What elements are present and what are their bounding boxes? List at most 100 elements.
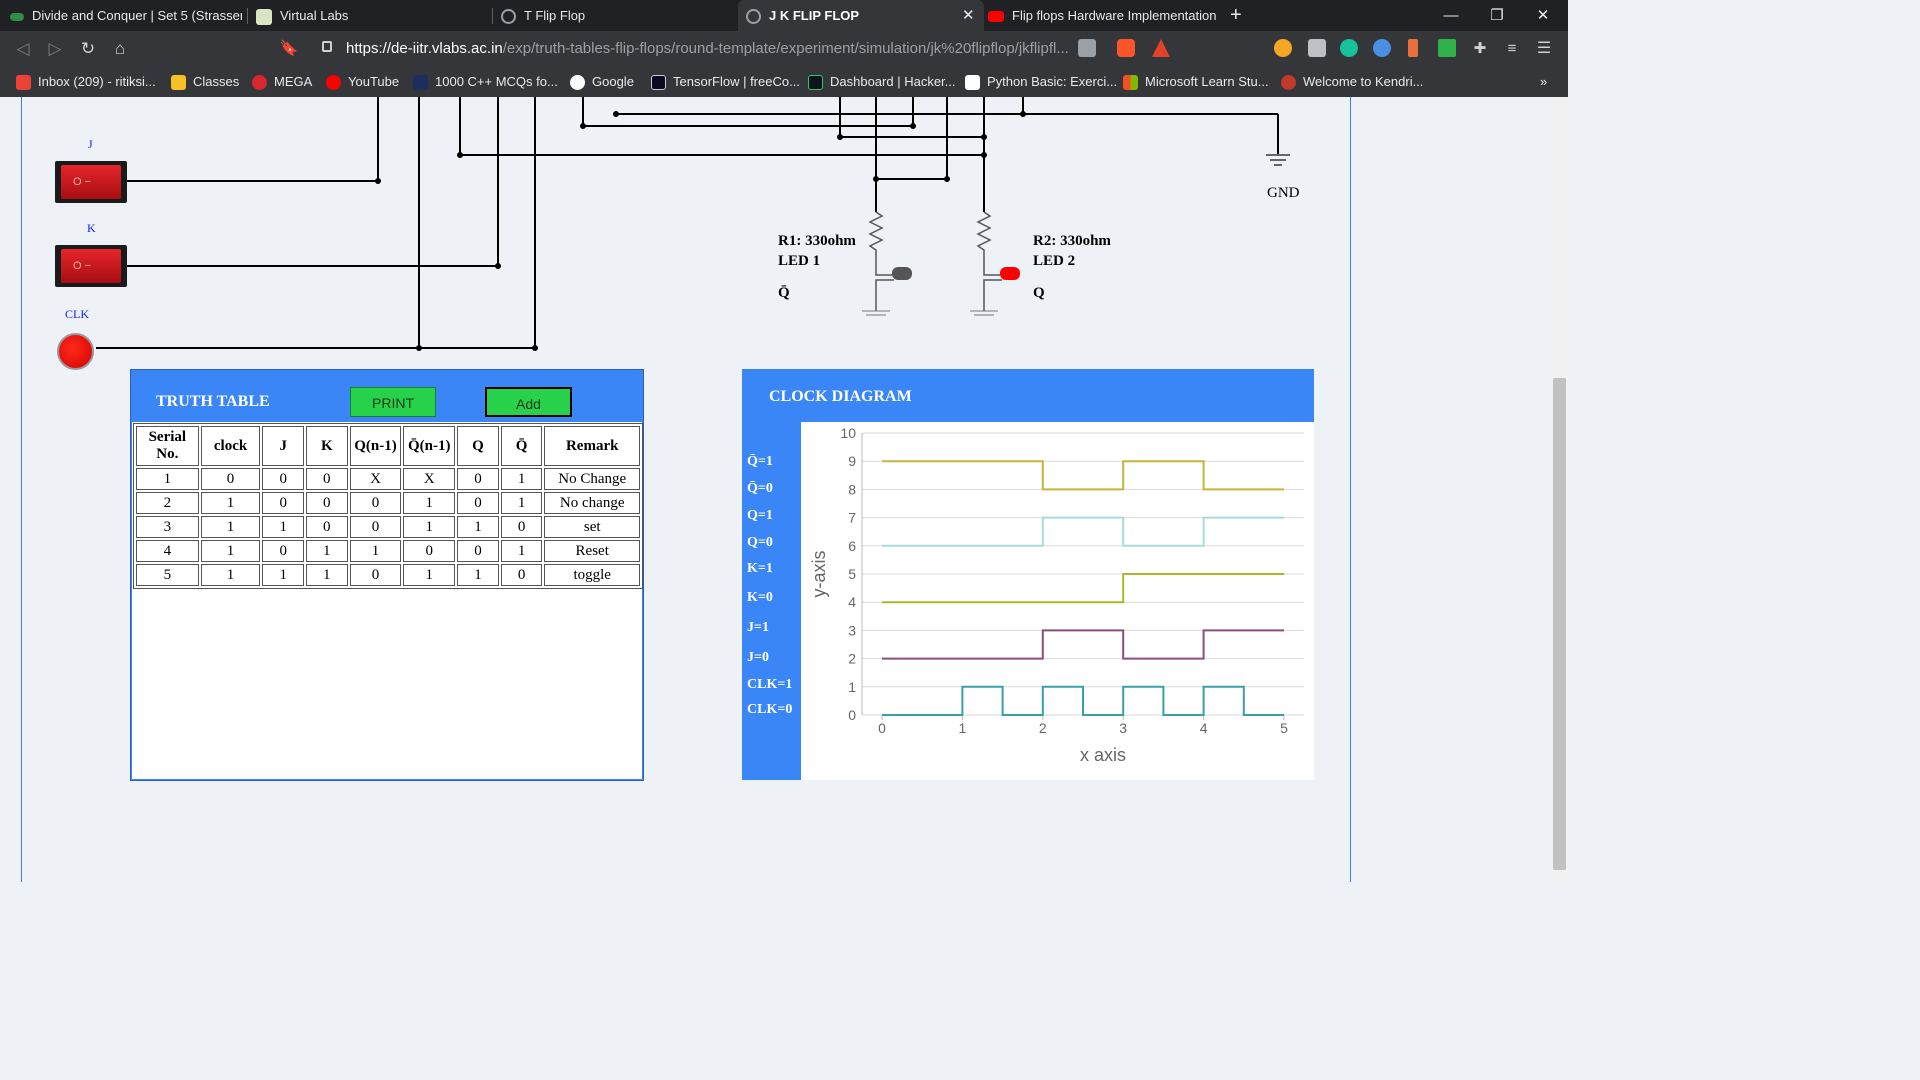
table-cell: 2 [136,492,199,514]
home-icon[interactable]: ⌂ [106,31,134,66]
header-remark: Remark [544,426,640,466]
y-tick-label: 9 [848,453,856,469]
menu-icon[interactable]: ☰ [1530,31,1558,66]
scrollbar-thumb[interactable] [1553,378,1566,870]
signal-label: J=1 [747,620,769,635]
classroom-icon [171,75,186,91]
bookmark-google[interactable]: Google [570,66,634,97]
playlist-icon[interactable]: ≡ [1498,31,1526,66]
restore-icon[interactable]: ❐ [1474,0,1520,31]
table-cell: 5 [136,564,199,586]
minimize-icon[interactable]: — [1428,0,1474,31]
bookmark-mega[interactable]: MEGA [252,66,312,97]
y-tick-label: 4 [848,594,856,610]
bookmark-icon[interactable]: 🔖 [275,31,303,66]
truth-table-panel: TRUTH TABLE PRINT Add Serial No. clock J… [130,369,644,781]
table-cell: 1 [262,516,304,538]
led1-label: LED 1 [778,253,821,269]
bookmark-classes[interactable]: Classes [171,66,239,97]
tab-title: Flip flops Hardware Implementation - [1012,8,1218,23]
circuit-wiring [96,97,1290,351]
table-row: 1 0 0 0 X X 0 1 No Change [136,468,640,490]
hackerrank-icon [808,75,823,91]
brave-shield-icon[interactable] [1117,39,1135,57]
tab-virtual-labs[interactable]: Virtual Labs [256,0,486,31]
signal-label: K=1 [747,561,773,576]
gmail-icon [16,75,31,91]
lock-icon [322,41,332,52]
y-tick-label: 1 [848,679,856,695]
tab-jk-flip-flop[interactable]: J K FLIP FLOP [738,0,984,31]
address-bar[interactable]: https://de-iitr.vlabs.ac.in/exp/truth-ta… [310,35,1403,62]
series-line-1 [882,516,1284,547]
tab-t-flip-flop[interactable]: T Flip Flop [501,0,731,31]
table-cell: 0 [262,468,304,490]
y-tick-label: 3 [848,622,856,638]
x-tick-label: 0 [878,720,886,736]
x-axis-label: x axis [1080,745,1126,765]
signal-label: J=0 [747,650,769,665]
x-tick-label: 3 [1119,720,1127,736]
table-cell: 1 [403,516,456,538]
bookmark-kendriya[interactable]: Welcome to Kendri... [1281,66,1423,97]
table-cell: 0 [457,492,499,514]
camera-icon[interactable] [1308,39,1326,57]
table-row: 4 1 0 1 1 0 0 1 Reset [136,540,640,562]
led1-output-label: Q̄ [778,285,790,301]
bookmarks-bar: Inbox (209) - ritiksi... Classes MEGA Yo… [0,66,1568,98]
led1-icon [862,267,912,316]
table-cell: 0 [500,516,543,538]
series-line-3 [882,629,1284,660]
reload-icon[interactable]: ↻ [74,31,102,66]
table-cell: 0 [349,516,402,538]
bookmark-youtube[interactable]: YouTube [326,66,399,97]
grammarly-icon[interactable] [1340,39,1358,57]
led2-icon [970,267,1020,316]
back-icon[interactable]: ◁ [9,31,37,66]
tab-title: Divide and Conquer | Set 5 (Strassen's [32,8,242,23]
extension-chrome-icon[interactable] [1373,39,1391,57]
tab-divide-and-conquer[interactable]: Divide and Conquer | Set 5 (Strassen's [10,0,242,31]
youtube-icon [988,11,1004,23]
more-bookmarks-icon[interactable]: » [1540,66,1547,97]
forward-icon[interactable]: ▷ [41,31,69,66]
extension-check-icon[interactable] [1438,39,1456,57]
close-tab-icon[interactable]: ✕ [962,0,975,31]
add-button[interactable]: Add [485,387,572,417]
k-switch[interactable]: O − [55,245,127,287]
tab-flip-flops-hardware[interactable]: Flip flops Hardware Implementation - [988,0,1218,31]
browser-toolbar: ◁ ▷ ↻ ⌂ 🔖 https://de-iitr.vlabs.ac.in/ex… [0,31,1568,66]
bookmark-tensorflow[interactable]: TensorFlow | freeCo... [651,66,800,97]
translate-icon[interactable] [1078,39,1096,57]
tab-title: J K FLIP FLOP [769,8,860,23]
series-line-4 [882,685,1284,716]
resistor-r1 [868,211,892,276]
table-cell: 0 [403,540,456,562]
led2-label: LED 2 [1033,253,1076,269]
table-cell: 4 [136,540,199,562]
table-cell: 1 [457,516,499,538]
bookmark-hackerrank[interactable]: Dashboard | Hacker... [808,66,956,97]
bookmark-inbox[interactable]: Inbox (209) - ritiksi... [16,66,156,97]
bookmark-cpp-mcqs[interactable]: 1000 C++ MCQs fo... [413,66,558,97]
signal-label: Q̄=1 [747,454,773,469]
table-cell: X [403,468,456,490]
extension-flag-icon[interactable] [1408,39,1418,57]
tab-bar: Divide and Conquer | Set 5 (Strassen's V… [0,0,1568,31]
extensions-puzzle-icon[interactable]: ✚ [1466,31,1494,66]
table-row: 3 1 1 0 0 1 1 0 set [136,516,640,538]
signal-label: CLK=1 [747,677,793,692]
clock-button[interactable] [57,333,94,370]
new-tab-icon[interactable]: + [1230,0,1242,31]
input-k-label: K [87,221,96,235]
close-window-icon[interactable]: ✕ [1520,0,1566,31]
table-cell: 1 [200,564,261,586]
print-button[interactable]: PRINT [350,387,436,417]
table-row: 5 1 1 1 0 1 1 0 toggle [136,564,640,586]
j-switch[interactable]: O − [55,161,127,203]
table-cell: toggle [544,564,640,586]
extension-key-icon[interactable] [1274,39,1292,57]
signal-label: Q=0 [747,535,773,550]
bookmark-python-basic[interactable]: Python Basic: Exerci... [965,66,1117,97]
bookmark-microsoft-learn[interactable]: Microsoft Learn Stu... [1123,66,1269,97]
